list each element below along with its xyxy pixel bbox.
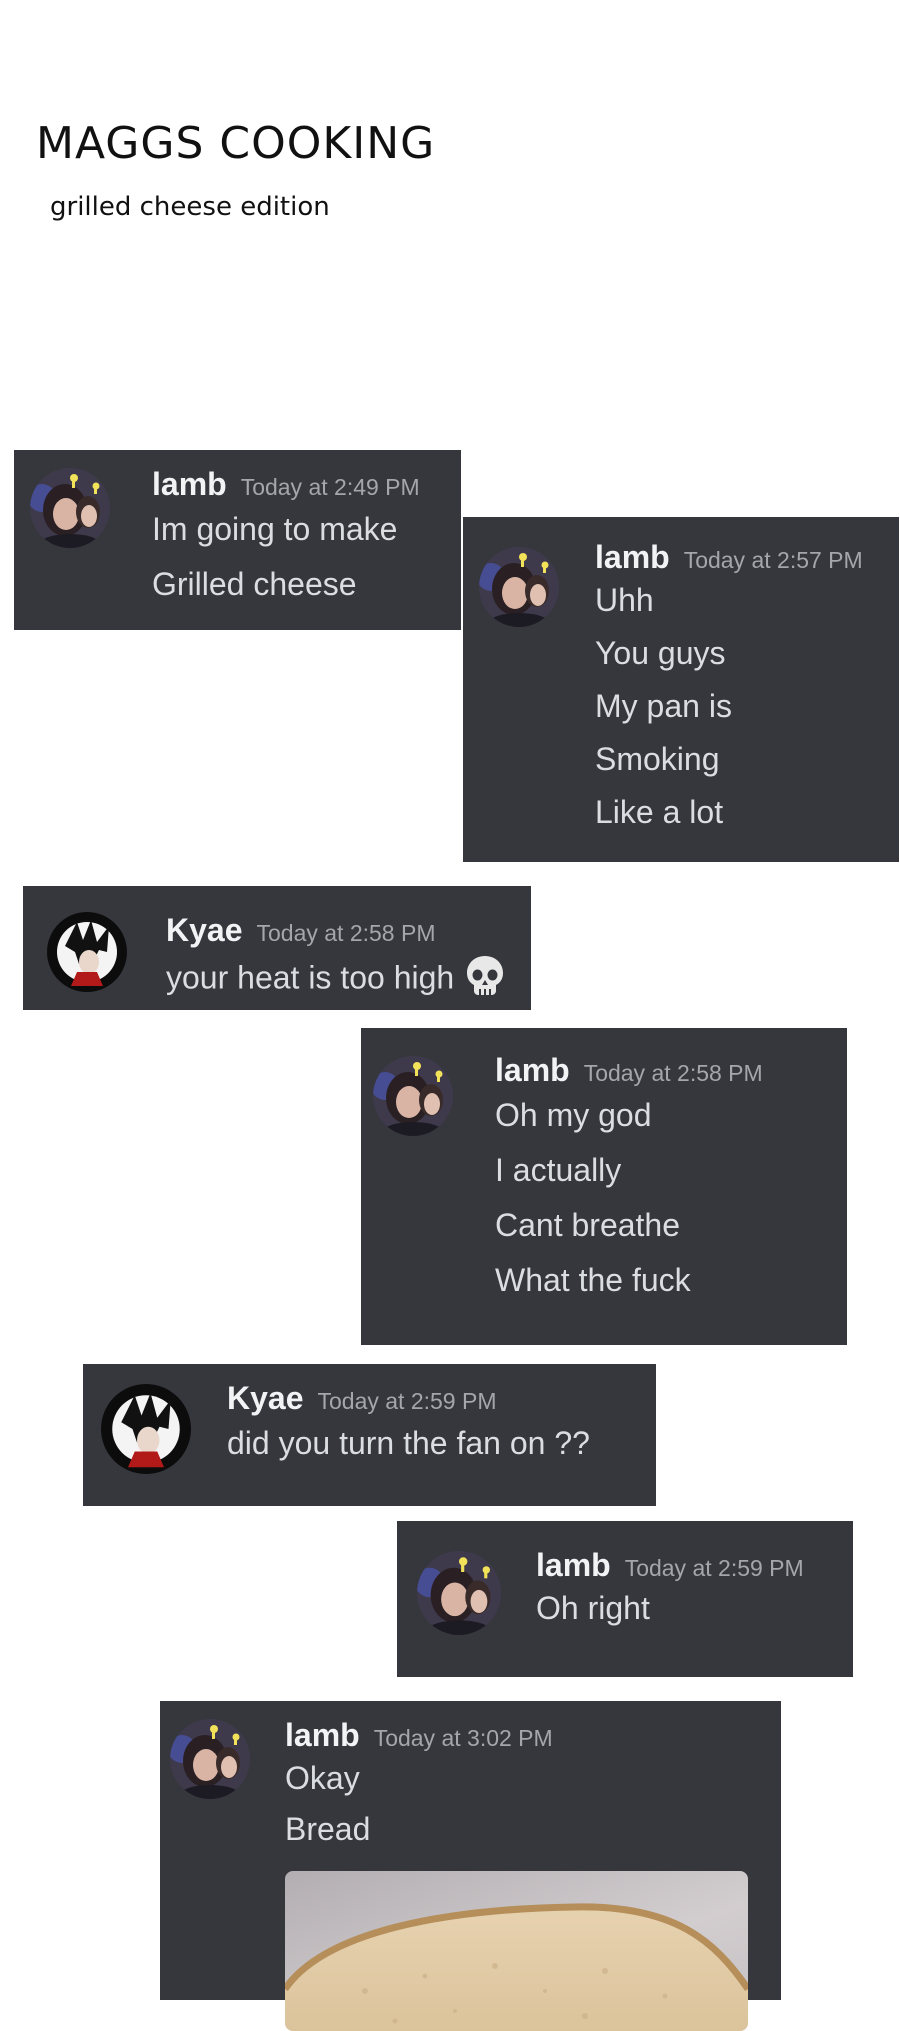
- username[interactable]: lamb: [285, 1717, 360, 1754]
- message-text: your heat is too high: [166, 959, 455, 996]
- message-text: Bread: [285, 1811, 371, 1847]
- message-text: Im going to make: [152, 511, 398, 547]
- message-card: lamb Today at 2:59 PM Oh right: [397, 1521, 853, 1677]
- timestamp: Today at 2:59 PM: [317, 1388, 497, 1414]
- message-text: Oh my god: [495, 1097, 652, 1133]
- message-text: did you turn the fan on ??: [227, 1425, 590, 1461]
- lamb-avatar[interactable]: [170, 1719, 250, 1799]
- message-card: Kyae Today at 2:58 PM your heat is too h…: [23, 886, 531, 1010]
- message-text: I actually: [495, 1152, 622, 1188]
- timestamp: Today at 2:58 PM: [583, 1060, 763, 1086]
- kyae-avatar[interactable]: [47, 912, 127, 992]
- message-text: Like a lot: [595, 794, 724, 830]
- username[interactable]: lamb: [495, 1052, 570, 1089]
- message-card: Kyae Today at 2:59 PM did you turn the f…: [83, 1364, 656, 1506]
- lamb-avatar[interactable]: [30, 468, 110, 548]
- lamb-avatar[interactable]: [417, 1551, 501, 1635]
- timestamp: Today at 2:57 PM: [683, 547, 863, 573]
- timestamp: Today at 2:59 PM: [624, 1555, 804, 1581]
- message-text: Oh right: [536, 1590, 650, 1626]
- message-text: What the fuck: [495, 1262, 691, 1298]
- lamb-avatar[interactable]: [373, 1056, 453, 1136]
- username[interactable]: lamb: [595, 539, 670, 576]
- message-text: Cant breathe: [495, 1207, 681, 1243]
- message-text: Okay: [285, 1760, 360, 1796]
- bread-photo[interactable]: [285, 1871, 748, 2031]
- message-card: lamb Today at 2:58 PM Oh my god I actual…: [361, 1028, 847, 1345]
- message-text: Grilled cheese: [152, 566, 357, 602]
- message-text: My pan is: [595, 688, 732, 724]
- lamb-avatar[interactable]: [479, 547, 559, 627]
- message-card: lamb Today at 3:02 PM Okay Bread: [160, 1701, 781, 2031]
- message-text: Uhh: [595, 582, 654, 618]
- username[interactable]: lamb: [536, 1547, 611, 1584]
- skull-emoji: [462, 953, 508, 1007]
- message-text: Smoking: [595, 741, 720, 777]
- username[interactable]: Kyae: [166, 912, 243, 949]
- username[interactable]: lamb: [152, 466, 227, 503]
- page-subtitle: grilled cheese edition: [50, 192, 330, 222]
- message-text: You guys: [595, 635, 726, 671]
- page-title: MAGGS COOKING: [36, 118, 436, 169]
- message-card: lamb Today at 2:49 PM Im going to make G…: [14, 450, 461, 630]
- timestamp: Today at 3:02 PM: [373, 1725, 553, 1751]
- message-card: lamb Today at 2:57 PM Uhh You guys My pa…: [463, 517, 899, 862]
- username[interactable]: Kyae: [227, 1380, 304, 1417]
- timestamp: Today at 2:58 PM: [256, 920, 436, 946]
- timestamp: Today at 2:49 PM: [240, 474, 420, 500]
- kyae-avatar[interactable]: [101, 1384, 191, 1474]
